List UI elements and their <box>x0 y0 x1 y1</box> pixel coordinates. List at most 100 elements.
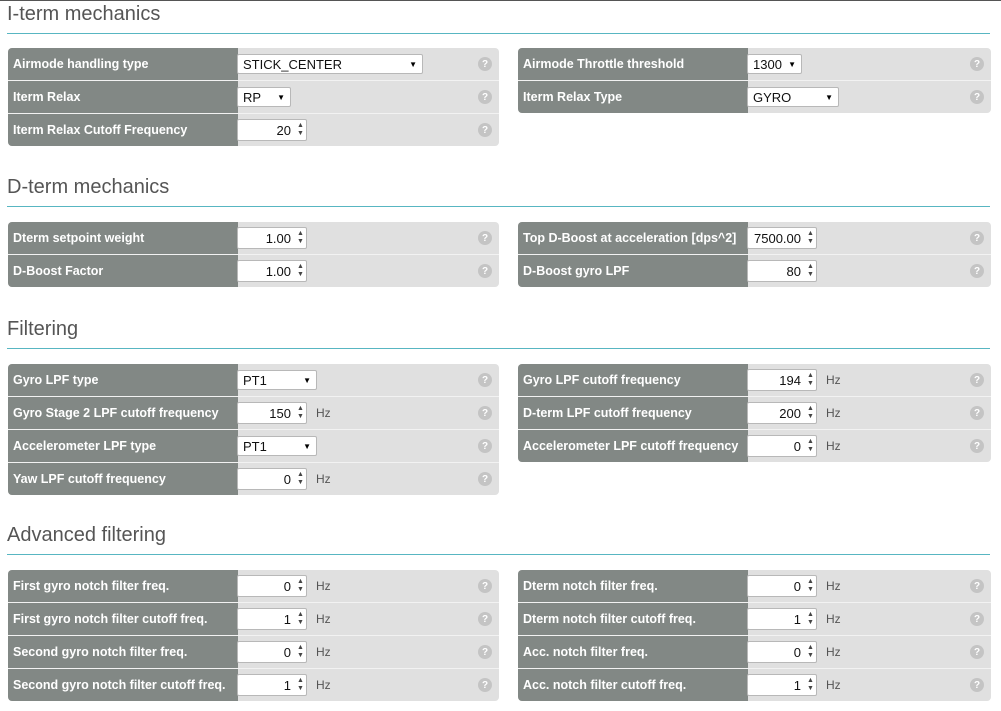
spinner-arrows-icon[interactable]: ▲ ▼ <box>805 609 816 629</box>
help-question-icon[interactable]: ? <box>970 612 984 626</box>
help-question-icon[interactable]: ? <box>478 439 492 453</box>
number-input[interactable]: 20 ▲ ▼ <box>237 119 307 141</box>
number-input[interactable]: 0 ▲ ▼ <box>237 641 307 663</box>
setting-row: Airmode Throttle threshold 1300 ▼? <box>518 48 991 81</box>
spinner-arrows-icon[interactable]: ▲ ▼ <box>805 576 816 596</box>
number-input[interactable]: 0 ▲ ▼ <box>237 468 307 490</box>
help-question-icon[interactable]: ? <box>970 90 984 104</box>
setting-select[interactable]: RP ▼ <box>237 87 291 107</box>
help-question-icon[interactable]: ? <box>478 612 492 626</box>
number-input[interactable]: 80 ▲ ▼ <box>747 260 817 282</box>
setting-label: Yaw LPF cutoff frequency <box>8 463 238 495</box>
help-question-icon[interactable]: ? <box>970 678 984 692</box>
number-input[interactable]: 1.00 ▲ ▼ <box>237 227 307 249</box>
setting-label: First gyro notch filter cutoff freq. <box>8 603 238 635</box>
spinner-arrows-icon[interactable]: ▲ ▼ <box>295 642 306 662</box>
panel-advanced-right: Dterm notch filter freq. 0 ▲ ▼ Hz? Dterm notc… <box>518 570 991 701</box>
section-title: D-term mechanics <box>7 176 170 198</box>
number-input[interactable]: 7500.00 ▲ ▼ <box>747 227 817 249</box>
number-value: 0 <box>283 471 291 487</box>
spinner-arrows-icon[interactable]: ▲ ▼ <box>295 469 306 489</box>
number-input[interactable]: 1.00 ▲ ▼ <box>237 260 307 282</box>
help-question-icon[interactable]: ? <box>970 57 984 71</box>
help-question-icon[interactable]: ? <box>478 373 492 387</box>
section-title: Advanced filtering <box>7 524 166 546</box>
unit-label: Hz <box>316 678 331 692</box>
number-value: 80 <box>786 263 801 279</box>
setting-row: Dterm notch filter cutoff freq. 1 ▲ ▼ Hz? <box>518 603 991 636</box>
help-question-icon[interactable]: ? <box>970 264 984 278</box>
setting-row: Dterm setpoint weight 1.00 ▲ ▼? <box>8 222 499 255</box>
help-question-icon[interactable]: ? <box>970 579 984 593</box>
setting-control: PT1 ▼ <box>237 430 317 462</box>
spinner-arrows-icon[interactable]: ▲ ▼ <box>805 370 816 390</box>
help-question-icon[interactable]: ? <box>970 373 984 387</box>
help-question-icon[interactable]: ? <box>478 231 492 245</box>
spinner-arrows-icon[interactable]: ▲ ▼ <box>805 436 816 456</box>
number-input[interactable]: 1 ▲ ▼ <box>747 608 817 630</box>
dropdown-arrow-icon: ▼ <box>277 92 285 102</box>
spinner-arrows-icon[interactable]: ▲ ▼ <box>295 576 306 596</box>
help-question-icon[interactable]: ? <box>970 231 984 245</box>
number-input[interactable]: 200 ▲ ▼ <box>747 402 817 424</box>
setting-control: GYRO ▼ <box>747 81 839 113</box>
select-value: PT1 <box>243 372 267 388</box>
help-question-icon[interactable]: ? <box>478 90 492 104</box>
setting-label: Iterm Relax Cutoff Frequency <box>8 114 238 146</box>
setting-select[interactable]: GYRO ▼ <box>747 87 839 107</box>
setting-control: 1 ▲ ▼ Hz <box>747 669 841 701</box>
setting-row: Acc. notch filter freq. 0 ▲ ▼ Hz? <box>518 636 991 669</box>
help-question-icon[interactable]: ? <box>478 472 492 486</box>
number-input[interactable]: 0 ▲ ▼ <box>747 641 817 663</box>
help-question-icon[interactable]: ? <box>478 645 492 659</box>
spinner-arrows-icon[interactable]: ▲ ▼ <box>805 403 816 423</box>
setting-row: Dterm notch filter freq. 0 ▲ ▼ Hz? <box>518 570 991 603</box>
setting-row: Airmode handling type STICK_CENTER ▼? <box>8 48 499 81</box>
number-input[interactable]: 1 ▲ ▼ <box>237 674 307 696</box>
spinner-arrows-icon[interactable]: ▲ ▼ <box>295 609 306 629</box>
setting-select[interactable]: STICK_CENTER ▼ <box>237 54 423 74</box>
number-input[interactable]: 0 ▲ ▼ <box>747 435 817 457</box>
section-divider <box>7 206 990 207</box>
setting-select[interactable]: PT1 ▼ <box>237 370 317 390</box>
setting-select[interactable]: PT1 ▼ <box>237 436 317 456</box>
spinner-arrows-icon[interactable]: ▲ ▼ <box>805 228 816 248</box>
number-value: 1.00 <box>265 263 291 279</box>
help-question-icon[interactable]: ? <box>970 406 984 420</box>
help-question-icon[interactable]: ? <box>970 645 984 659</box>
help-question-icon[interactable]: ? <box>970 439 984 453</box>
number-value: 0 <box>283 578 291 594</box>
help-question-icon[interactable]: ? <box>478 57 492 71</box>
setting-control: 1 ▲ ▼ Hz <box>237 669 331 701</box>
number-value: 20 <box>276 122 291 138</box>
help-question-icon[interactable]: ? <box>478 406 492 420</box>
panel-dterm-left: Dterm setpoint weight 1.00 ▲ ▼? D-Boost Fact… <box>8 222 499 287</box>
setting-select[interactable]: 1300 ▼ <box>747 54 802 74</box>
help-question-icon[interactable]: ? <box>478 264 492 278</box>
spinner-arrows-icon[interactable]: ▲ ▼ <box>295 675 306 695</box>
number-input[interactable]: 1 ▲ ▼ <box>747 674 817 696</box>
help-question-icon[interactable]: ? <box>478 678 492 692</box>
section-divider <box>7 348 990 349</box>
number-input[interactable]: 1 ▲ ▼ <box>237 608 307 630</box>
setting-label: Gyro Stage 2 LPF cutoff frequency <box>8 397 238 429</box>
spinner-arrows-icon[interactable]: ▲ ▼ <box>805 675 816 695</box>
spinner-arrows-icon[interactable]: ▲ ▼ <box>805 261 816 281</box>
number-input[interactable]: 194 ▲ ▼ <box>747 369 817 391</box>
unit-label: Hz <box>826 579 841 593</box>
select-value: STICK_CENTER <box>243 56 342 72</box>
spinner-arrows-icon[interactable]: ▲ ▼ <box>295 261 306 281</box>
spinner-arrows-icon[interactable]: ▲ ▼ <box>295 120 306 140</box>
spinner-arrows-icon[interactable]: ▲ ▼ <box>805 642 816 662</box>
help-question-icon[interactable]: ? <box>478 123 492 137</box>
number-input[interactable]: 150 ▲ ▼ <box>237 402 307 424</box>
spinner-arrows-icon[interactable]: ▲ ▼ <box>295 403 306 423</box>
spinner-arrows-icon[interactable]: ▲ ▼ <box>295 228 306 248</box>
setting-row: Iterm Relax Cutoff Frequency 20 ▲ ▼? <box>8 114 499 146</box>
unit-label: Hz <box>316 612 331 626</box>
panel-iterm-left: Airmode handling type STICK_CENTER ▼? Iterm… <box>8 48 499 146</box>
number-input[interactable]: 0 ▲ ▼ <box>237 575 307 597</box>
help-question-icon[interactable]: ? <box>478 579 492 593</box>
setting-label: Acc. notch filter cutoff freq. <box>518 669 748 701</box>
number-input[interactable]: 0 ▲ ▼ <box>747 575 817 597</box>
